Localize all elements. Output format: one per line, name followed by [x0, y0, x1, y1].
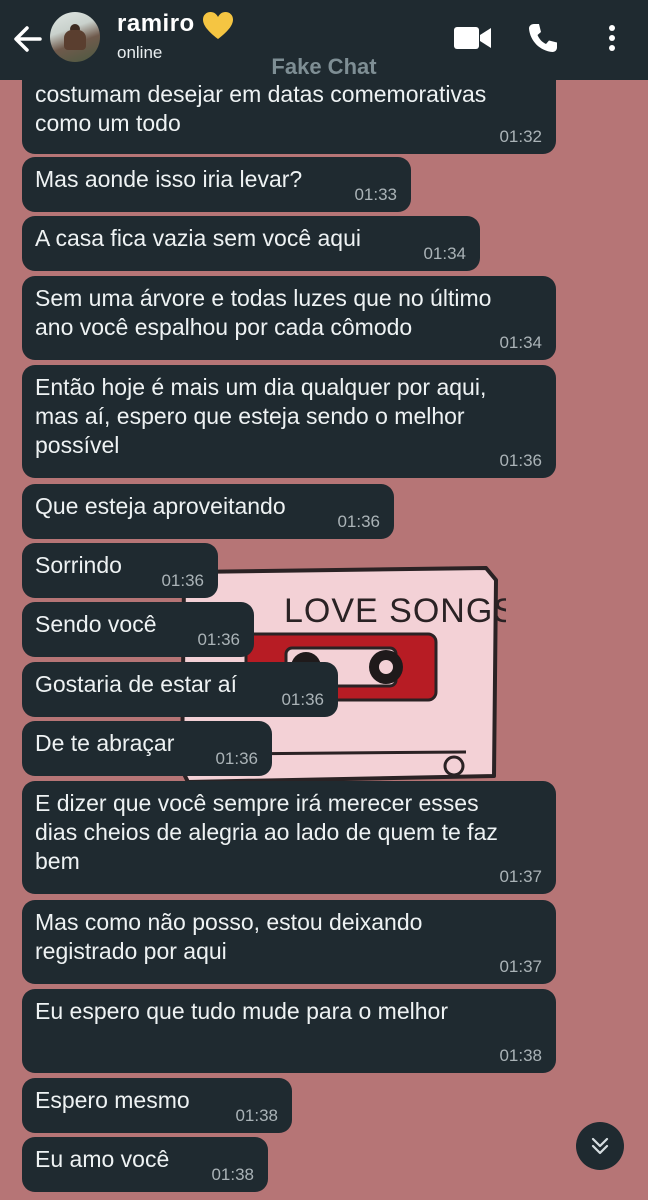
- message-time: 01:36: [197, 630, 240, 649]
- message-time: 01:34: [499, 333, 542, 352]
- message-time: 01:38: [235, 1106, 278, 1125]
- contact-name[interactable]: ramiro: [117, 10, 195, 38]
- message-time: 01:36: [215, 749, 258, 768]
- message-time: 01:38: [211, 1165, 254, 1184]
- wallpaper-text: LOVE SONGS: [284, 592, 506, 630]
- message-time: 01:32: [499, 127, 542, 146]
- message-bubble[interactable]: Gostaria de estar aí 01:36: [22, 662, 338, 717]
- message-bubble[interactable]: Eu espero que tudo mude para o melhor 01…: [22, 989, 556, 1073]
- scroll-to-bottom-button[interactable]: [576, 1122, 624, 1170]
- message-time: 01:36: [161, 571, 204, 590]
- message-bubble[interactable]: Espero mesmo 01:38: [22, 1078, 292, 1133]
- message-time: 01:38: [499, 1046, 542, 1065]
- phone-icon[interactable]: [527, 22, 559, 54]
- watermark-label: Fake Chat: [271, 54, 377, 79]
- message-time: 01:36: [499, 451, 542, 470]
- chevron-double-down-icon: [591, 1137, 609, 1155]
- message-time: 01:34: [423, 244, 466, 263]
- message-time: 01:33: [354, 185, 397, 204]
- message-text: A casa fica vazia sem você aqui: [35, 225, 361, 251]
- message-time: 01:36: [281, 690, 324, 709]
- message-bubble[interactable]: Sem uma árvore e todas luzes que no últi…: [22, 276, 556, 360]
- avatar-figure-body: [64, 30, 86, 50]
- message-text: Sem uma árvore e todas luzes que no últi…: [35, 285, 492, 340]
- message-text: Mas aonde isso iria levar?: [35, 166, 303, 192]
- message-bubble[interactable]: Mas aonde isso iria levar? 01:33: [22, 157, 411, 212]
- message-time: 01:37: [499, 867, 542, 886]
- message-bubble[interactable]: Sorrindo 01:36: [22, 543, 218, 598]
- video-call-icon[interactable]: [454, 26, 492, 50]
- more-vertical-icon[interactable]: [604, 24, 620, 52]
- message-text: costumam desejar em datas comemorativas c…: [35, 81, 487, 136]
- message-text: Mas como não posso, estou deixando regist…: [35, 909, 423, 964]
- message-bubble[interactable]: Que esteja aproveitando 01:36: [22, 484, 394, 539]
- message-bubble[interactable]: Mas como não posso, estou deixando regist…: [22, 900, 556, 984]
- message-text: E dizer que você sempre irá merecer esse…: [35, 790, 498, 874]
- message-bubble[interactable]: A casa fica vazia sem você aqui 01:34: [22, 216, 480, 271]
- message-bubble[interactable]: Eu amo você 01:38: [22, 1137, 268, 1192]
- message-bubble[interactable]: E dizer que você sempre irá merecer esse…: [22, 781, 556, 894]
- message-time: 01:36: [337, 512, 380, 531]
- message-text: Eu espero que tudo mude para o melhor: [35, 998, 448, 1024]
- message-time: 01:37: [499, 957, 542, 976]
- message-bubble[interactable]: Sendo você 01:36: [22, 602, 254, 657]
- message-bubble[interactable]: Então hoje é mais um dia qualquer por aq…: [22, 365, 556, 478]
- arrow-left-icon[interactable]: [10, 22, 44, 56]
- message-text: Então hoje é mais um dia qualquer por aq…: [35, 374, 487, 458]
- yellow-heart-icon: [203, 12, 233, 39]
- message-text: Que esteja aproveitando: [35, 493, 286, 519]
- message-bubble[interactable]: De te abraçar 01:36: [22, 721, 272, 776]
